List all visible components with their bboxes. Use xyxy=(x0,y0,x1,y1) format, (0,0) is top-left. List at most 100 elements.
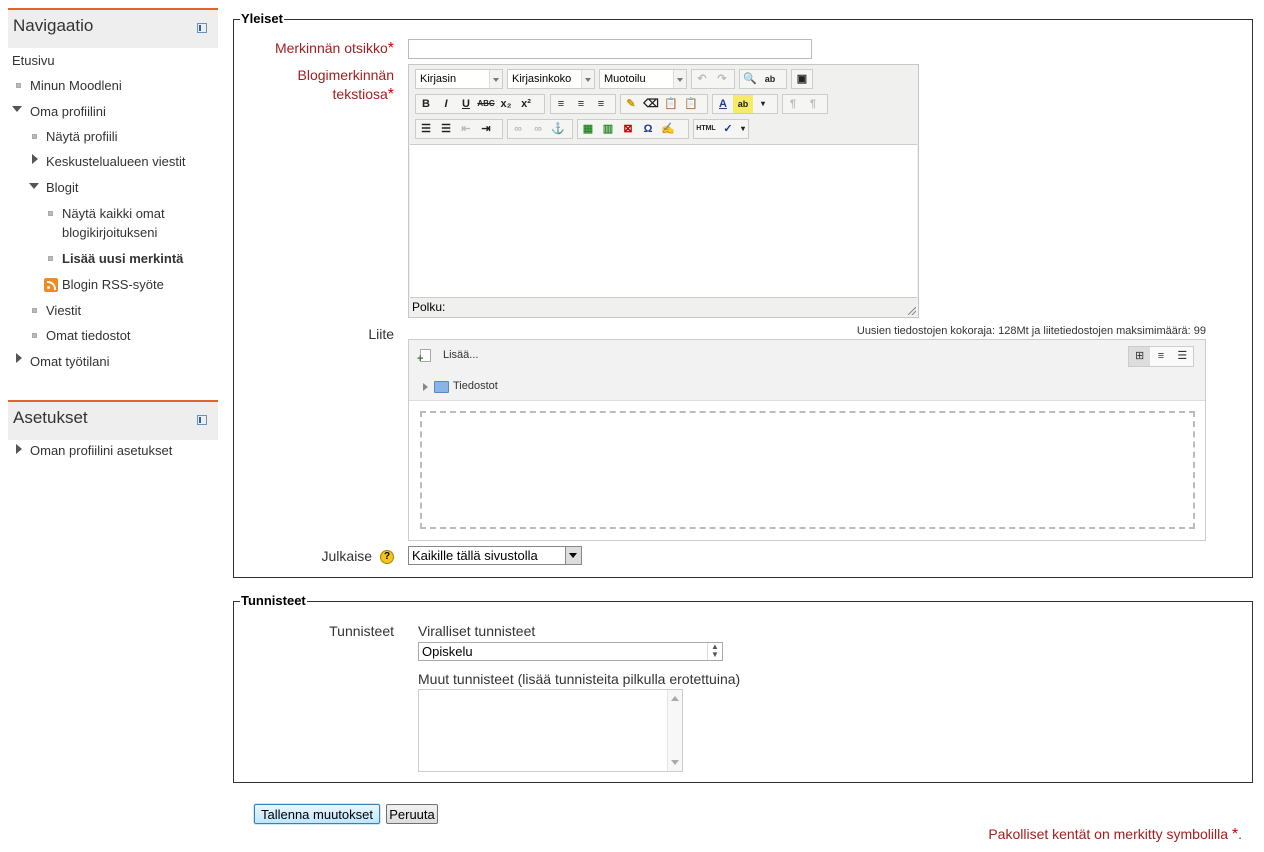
folder-label[interactable]: Tiedostot xyxy=(453,380,498,392)
save-button[interactable]: Tallenna muutokset xyxy=(254,804,380,824)
indent-icon[interactable]: ⇥ xyxy=(476,120,496,138)
body-label: Blogimerkinnän tekstiosa* xyxy=(297,67,395,103)
collapsed-triangle-icon[interactable] xyxy=(32,154,38,164)
cleanup-icon[interactable]: ✎ xyxy=(621,95,641,113)
align-left-icon[interactable]: ≡ xyxy=(551,95,571,113)
font-family-select[interactable]: Kirjasin xyxy=(415,69,503,89)
file-manager-toolbar: + Lisää... ⊞ ≡ ☰ xyxy=(409,340,1205,374)
navigation-title: Navigaatio xyxy=(13,16,94,35)
cancel-button[interactable]: Peruuta xyxy=(386,804,438,824)
list-view-icon[interactable]: ≡ xyxy=(1150,347,1171,366)
expanded-triangle-icon[interactable] xyxy=(12,106,22,112)
superscript-button[interactable]: x² xyxy=(516,95,536,113)
nav-item-omat-tiedostot[interactable]: Omat tiedostot xyxy=(46,328,131,343)
help-icon[interactable]: ? xyxy=(380,550,394,565)
collapsed-triangle-icon[interactable] xyxy=(16,444,22,454)
dock-icon[interactable] xyxy=(197,415,207,425)
paste-text-icon[interactable]: 📋 xyxy=(661,95,681,113)
title-input[interactable] xyxy=(408,39,812,59)
add-file-button[interactable]: Lisää... xyxy=(443,349,478,361)
expanded-triangle-icon[interactable] xyxy=(29,183,39,189)
edit-icon[interactable]: ✍ xyxy=(658,120,678,138)
publish-label: Julkaise ? xyxy=(322,548,394,565)
other-tags-label: Muut tunnisteet (lisää tunnisteita pilku… xyxy=(418,671,741,687)
settings-header: Asetukset xyxy=(8,400,218,440)
link-icon[interactable]: ∞ xyxy=(508,120,528,138)
nav-item-minun-moodleni[interactable]: Minun Moodleni xyxy=(30,78,122,93)
chevron-down-icon[interactable]: ▾ xyxy=(738,120,748,138)
settings-item-profile[interactable]: Oman profiilini asetukset xyxy=(30,443,172,458)
scrollbar[interactable] xyxy=(667,690,682,771)
nav-item-nayta-profiili[interactable]: Näytä profiili xyxy=(46,129,118,144)
bullet-list-icon[interactable]: ☰ xyxy=(416,120,436,138)
subscript-button[interactable]: x₂ xyxy=(496,95,516,113)
resize-grip-icon[interactable] xyxy=(908,307,916,315)
view-switcher: ⊞ ≡ ☰ xyxy=(1128,346,1194,367)
editor-path-label: Polku: xyxy=(412,300,446,314)
other-tags-textarea[interactable] xyxy=(418,689,683,772)
nav-item-nayta-kaikki[interactable]: Näytä kaikki omat xyxy=(62,206,165,221)
tree-view-icon[interactable]: ☰ xyxy=(1172,347,1193,366)
add-file-icon[interactable]: + xyxy=(417,349,431,365)
spellcheck-icon[interactable]: ✓ xyxy=(718,120,738,138)
icon-view-icon[interactable]: ⊞ xyxy=(1129,347,1151,366)
strikethrough-button[interactable]: ABC xyxy=(476,95,496,113)
outdent-icon[interactable]: ⇤ xyxy=(456,120,476,138)
nav-item-blogin-rss[interactable]: Blogin RSS-syöte xyxy=(62,277,164,292)
bold-button[interactable]: B xyxy=(416,95,436,113)
align-center-icon[interactable]: ≡ xyxy=(571,95,591,113)
nolink-icon[interactable]: ⊠ xyxy=(618,120,638,138)
media-icon[interactable]: ▥ xyxy=(598,120,618,138)
italic-button[interactable]: I xyxy=(436,95,456,113)
unlink-icon[interactable]: ∞ xyxy=(528,120,548,138)
image-icon[interactable]: ▦ xyxy=(578,120,598,138)
collapsed-triangle-icon[interactable] xyxy=(16,353,22,363)
dock-icon[interactable] xyxy=(197,23,207,33)
editor-content-area[interactable] xyxy=(410,144,917,298)
title-label: Merkinnän otsikko* xyxy=(274,40,394,57)
nav-item-keskustelualueen-viestit[interactable]: Keskustelualueen viestit xyxy=(46,154,185,169)
bullet-icon xyxy=(16,83,21,88)
rss-icon xyxy=(44,278,58,292)
expand-triangle-icon[interactable] xyxy=(423,383,428,391)
nav-item-etusivu[interactable]: Etusivu xyxy=(12,53,55,68)
highlight-color-button[interactable]: ab xyxy=(733,95,753,113)
navigation-header: Navigaatio xyxy=(8,8,218,48)
rich-text-editor: Kirjasin Kirjasinkoko Muotoilu ↶ ↷ 🔍 ab … xyxy=(408,64,919,318)
nav-item-viestit[interactable]: Viestit xyxy=(46,303,81,318)
nav-item-omat-tyotilani[interactable]: Omat työtilani xyxy=(30,354,109,369)
nav-item-nayta-kaikki-line2[interactable]: blogikirjoitukseni xyxy=(62,225,157,240)
nav-item-oma-profiilini[interactable]: Oma profiilini xyxy=(30,104,106,119)
attachment-info: Uusien tiedostojen kokoraja: 128Mt ja li… xyxy=(856,325,1206,337)
ltr-icon[interactable]: ¶ xyxy=(783,95,803,113)
redo-icon[interactable]: ↷ xyxy=(712,70,732,88)
anchor-icon[interactable]: ⚓ xyxy=(548,120,568,138)
settings-block: Asetukset Oman profiilini asetukset xyxy=(8,400,218,470)
special-char-button[interactable]: Ω xyxy=(638,120,658,138)
navigation-block: Navigaatio Etusivu Minun Moodleni Oma pr… xyxy=(8,8,218,378)
chevron-down-icon[interactable]: ▾ xyxy=(753,95,773,113)
bullet-icon xyxy=(48,256,53,261)
format-select[interactable]: Muotoilu xyxy=(599,69,687,89)
bullet-icon xyxy=(32,308,37,313)
paste-word-icon[interactable]: 📋 xyxy=(681,95,701,113)
rtl-icon[interactable]: ¶ xyxy=(803,95,823,113)
html-button[interactable]: HTML xyxy=(694,120,718,138)
underline-button[interactable]: U xyxy=(456,95,476,113)
official-tags-list[interactable]: Opiskelu ▲ ▼ xyxy=(418,642,723,661)
search-icon[interactable]: 🔍 xyxy=(740,70,760,88)
align-right-icon[interactable]: ≡ xyxy=(591,95,611,113)
publish-select[interactable]: Kaikille tällä sivustolla xyxy=(408,546,582,565)
settings-title: Asetukset xyxy=(13,408,88,427)
spinner-icon[interactable]: ▲ ▼ xyxy=(707,643,722,660)
fullscreen-icon[interactable]: ▣ xyxy=(792,70,812,88)
file-drop-area[interactable] xyxy=(420,411,1195,529)
text-color-button[interactable]: A xyxy=(713,95,733,113)
font-size-select[interactable]: Kirjasinkoko xyxy=(507,69,595,89)
replace-icon[interactable]: ab xyxy=(760,70,780,88)
undo-icon[interactable]: ↶ xyxy=(692,70,712,88)
general-legend: Yleiset xyxy=(240,11,284,26)
eraser-icon[interactable]: ⌫ xyxy=(641,95,661,113)
numbered-list-icon[interactable]: ☰ xyxy=(436,120,456,138)
nav-item-blogit[interactable]: Blogit xyxy=(46,180,79,195)
